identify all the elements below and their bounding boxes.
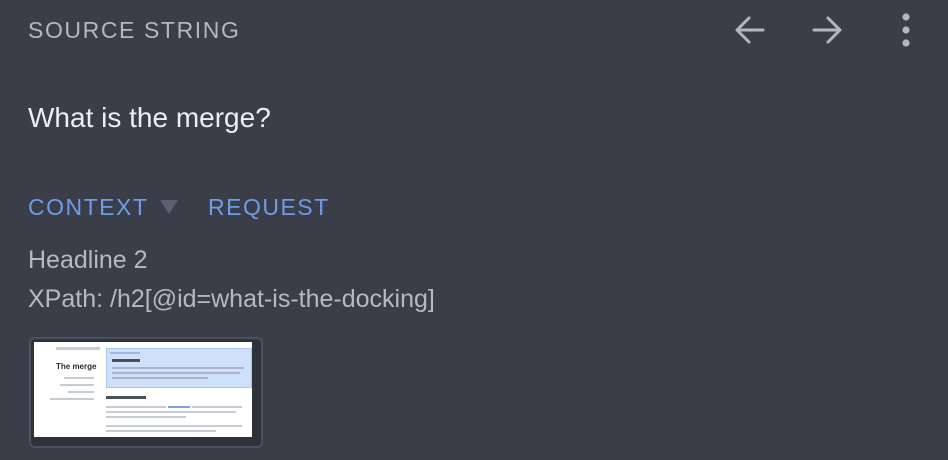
more-vertical-icon [902,13,910,47]
screenshot-preview-image: The merge [34,342,252,437]
next-string-button[interactable] [805,8,849,52]
tab-request[interactable]: REQUEST [208,194,330,221]
tab-request-label: REQUEST [208,193,330,220]
tab-context-label: CONTEXT [28,193,149,220]
header: SOURCE STRING [0,0,948,62]
more-options-button[interactable] [884,8,928,52]
source-string-text: What is the merge? [28,102,271,133]
context-xpath: XPath: /h2[@id=what-is-the-docking] [28,285,435,313]
info-tabs: CONTEXT REQUEST [28,192,330,222]
context-element-type: Headline 2 [28,246,148,274]
tab-context[interactable]: CONTEXT [28,194,208,221]
screenshot-thumbnail[interactable]: The merge [29,337,263,448]
thumbnail-page-title: The merge [56,362,97,371]
arrow-right-icon [812,16,842,44]
arrow-left-icon [735,16,765,44]
previous-string-button[interactable] [728,8,772,52]
caret-down-icon [160,200,179,214]
section-title: SOURCE STRING [28,17,241,43]
